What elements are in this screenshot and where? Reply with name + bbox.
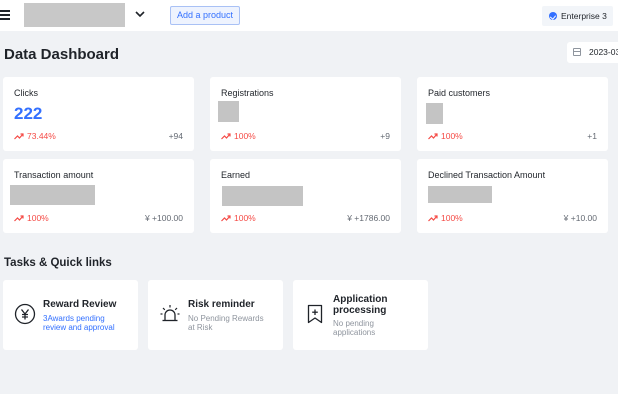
trend-value: 100%	[441, 213, 463, 223]
metric-card-transaction-amount[interactable]: Transaction amount 100% ¥ +100.00	[3, 159, 194, 233]
trend-value: 100%	[441, 131, 463, 141]
card-title: Declined Transaction Amount	[428, 170, 546, 180]
trend-up-icon	[221, 215, 231, 222]
redacted-value	[10, 185, 95, 205]
redacted-value	[218, 101, 239, 122]
yen-coin-icon	[14, 303, 36, 325]
section-title: Tasks & Quick links	[4, 257, 112, 269]
redacted-value	[428, 186, 492, 203]
metric-card-earned[interactable]: Earned 100% ¥ +1786.00	[210, 159, 401, 233]
delta-value: ¥ +1786.00	[347, 213, 390, 223]
card-title: Paid customers	[428, 88, 491, 98]
add-product-button[interactable]: Add a product	[170, 6, 240, 25]
verified-check-icon	[549, 12, 557, 20]
task-desc: applications	[333, 327, 376, 337]
card-title: Transaction amount	[14, 170, 94, 180]
redacted-value	[222, 186, 303, 206]
task-title: Application	[333, 294, 388, 305]
task-title: Reward Review	[43, 299, 117, 310]
task-card-application-processing[interactable]: Application processing No pending applic…	[293, 280, 428, 350]
enterprise-label: Enterprise 3	[561, 11, 607, 21]
bookmark-plus-icon	[307, 304, 323, 324]
workspace-name-redacted	[24, 3, 125, 27]
card-title: Earned	[221, 170, 251, 180]
delta-value: +9	[380, 131, 390, 141]
calendar-icon	[573, 48, 581, 56]
trend: 73.44%	[14, 131, 56, 141]
trend: 100%	[428, 213, 463, 223]
date-picker[interactable]: 2023-03	[567, 42, 618, 63]
trend: 100%	[221, 131, 256, 141]
chevron-down-icon[interactable]	[133, 7, 147, 21]
alarm-light-icon	[160, 305, 180, 322]
task-title: Risk reminder	[188, 299, 255, 310]
metric-card-clicks[interactable]: Clicks 222 73.44% +94	[3, 77, 194, 151]
trend-up-icon	[428, 215, 438, 222]
trend-value: 100%	[27, 213, 49, 223]
trend: 100%	[428, 131, 463, 141]
metric-card-declined-transaction-amount[interactable]: Declined Transaction Amount 100% ¥ +10.0…	[417, 159, 608, 233]
trend-value: 100%	[234, 131, 256, 141]
menu-icon[interactable]	[0, 10, 10, 20]
card-value: 222	[14, 104, 43, 123]
task-title: processing	[333, 305, 387, 316]
task-card-risk-reminder[interactable]: Risk reminder No Pending Rewards at Risk	[148, 280, 283, 350]
page-title: Data Dashboard	[4, 46, 120, 63]
delta-value: +1	[587, 131, 597, 141]
trend-up-icon	[221, 133, 231, 140]
trend: 100%	[221, 213, 256, 223]
card-title: Registrations	[221, 88, 274, 98]
redacted-value	[426, 103, 443, 124]
trend: 100%	[14, 213, 49, 223]
task-desc: at Risk	[188, 322, 213, 332]
date-value: 2023-03	[589, 47, 618, 57]
metric-card-registrations[interactable]: Registrations 100% +9	[210, 77, 401, 151]
task-desc-link[interactable]: review and approval	[43, 323, 115, 333]
delta-value: +94	[168, 131, 183, 141]
task-card-reward-review[interactable]: Reward Review 3Awards pending review and…	[3, 280, 138, 350]
card-title: Clicks	[14, 88, 38, 98]
trend-up-icon	[14, 133, 24, 140]
trend-value: 100%	[234, 213, 256, 223]
trend-up-icon	[14, 215, 24, 222]
trend-value: 73.44%	[27, 131, 56, 141]
enterprise-switcher[interactable]: Enterprise 3	[542, 6, 613, 26]
trend-up-icon	[428, 133, 438, 140]
top-bar: Add a product Enterprise 3	[0, 0, 618, 31]
delta-value: ¥ +100.00	[144, 213, 183, 223]
metric-card-paid-customers[interactable]: Paid customers 100% +1	[417, 77, 608, 151]
delta-value: ¥ +10.00	[563, 213, 597, 223]
